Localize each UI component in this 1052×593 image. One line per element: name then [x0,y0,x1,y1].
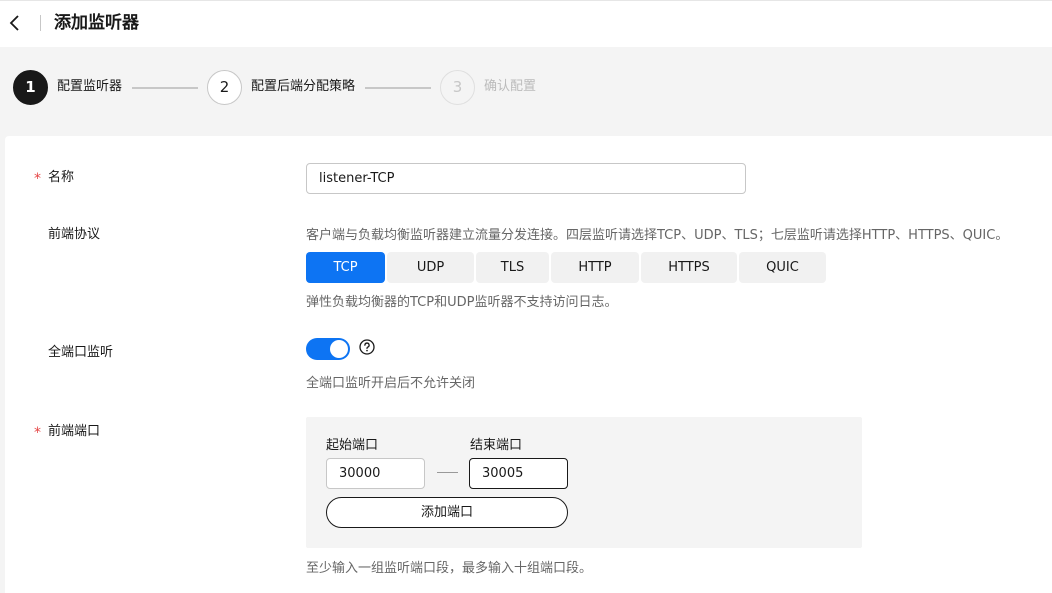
protocol-label: 前端协议 [48,227,101,242]
port-note: 至少输入一组监听端口段，最多输入十组端口段。 [306,561,593,576]
start-port-label: 起始端口 [326,438,379,453]
header-divider [40,15,41,31]
step-3-circle: 3 [440,70,475,105]
page-header: 添加监听器 [0,0,1052,47]
protocol-option-tls[interactable]: TLS [476,252,549,283]
all-port-note: 全端口监听开启后不允许关闭 [306,376,476,391]
step-indicator: 1 配置监听器 2 配置后端分配策略 3 确认配置 [0,48,1052,130]
name-input[interactable] [306,163,746,194]
start-port-input[interactable] [326,458,425,489]
protocol-description: 客户端与负载均衡监听器建立流量分发连接。四层监听请选择TCP、UDP、TLS；七… [306,228,1009,243]
step-3-label: 确认配置 [484,79,537,94]
name-label: 名称 [48,170,75,185]
all-port-toggle[interactable] [306,338,350,360]
all-port-label: 全端口监听 [48,345,114,360]
end-port-label: 结束端口 [470,438,523,453]
protocol-option-udp[interactable]: UDP [387,252,474,283]
step-connector [132,87,198,89]
toggle-knob [330,340,348,358]
back-arrow-icon[interactable] [8,13,22,33]
question-circle-icon[interactable] [359,339,375,355]
required-mark: * [34,171,41,187]
protocol-option-quic[interactable]: QUIC [739,252,826,283]
page-title: 添加监听器 [54,13,139,33]
port-label: 前端端口 [48,424,101,439]
protocol-note: 弹性负载均衡器的TCP和UDP监听器不支持访问日志。 [306,295,618,310]
step-connector [365,87,431,89]
protocol-option-tcp[interactable]: TCP [306,252,385,283]
step-1-circle: 1 [13,70,48,105]
protocol-option-http[interactable]: HTTP [551,252,639,283]
step-2-circle: 2 [207,70,242,105]
required-mark: * [34,425,41,441]
add-port-button[interactable]: 添加端口 [326,497,568,528]
step-1-label: 配置监听器 [57,79,123,94]
step-2-label: 配置后端分配策略 [251,79,356,94]
range-dash [437,472,458,473]
protocol-option-https[interactable]: HTTPS [641,252,737,283]
end-port-input[interactable] [469,458,568,489]
